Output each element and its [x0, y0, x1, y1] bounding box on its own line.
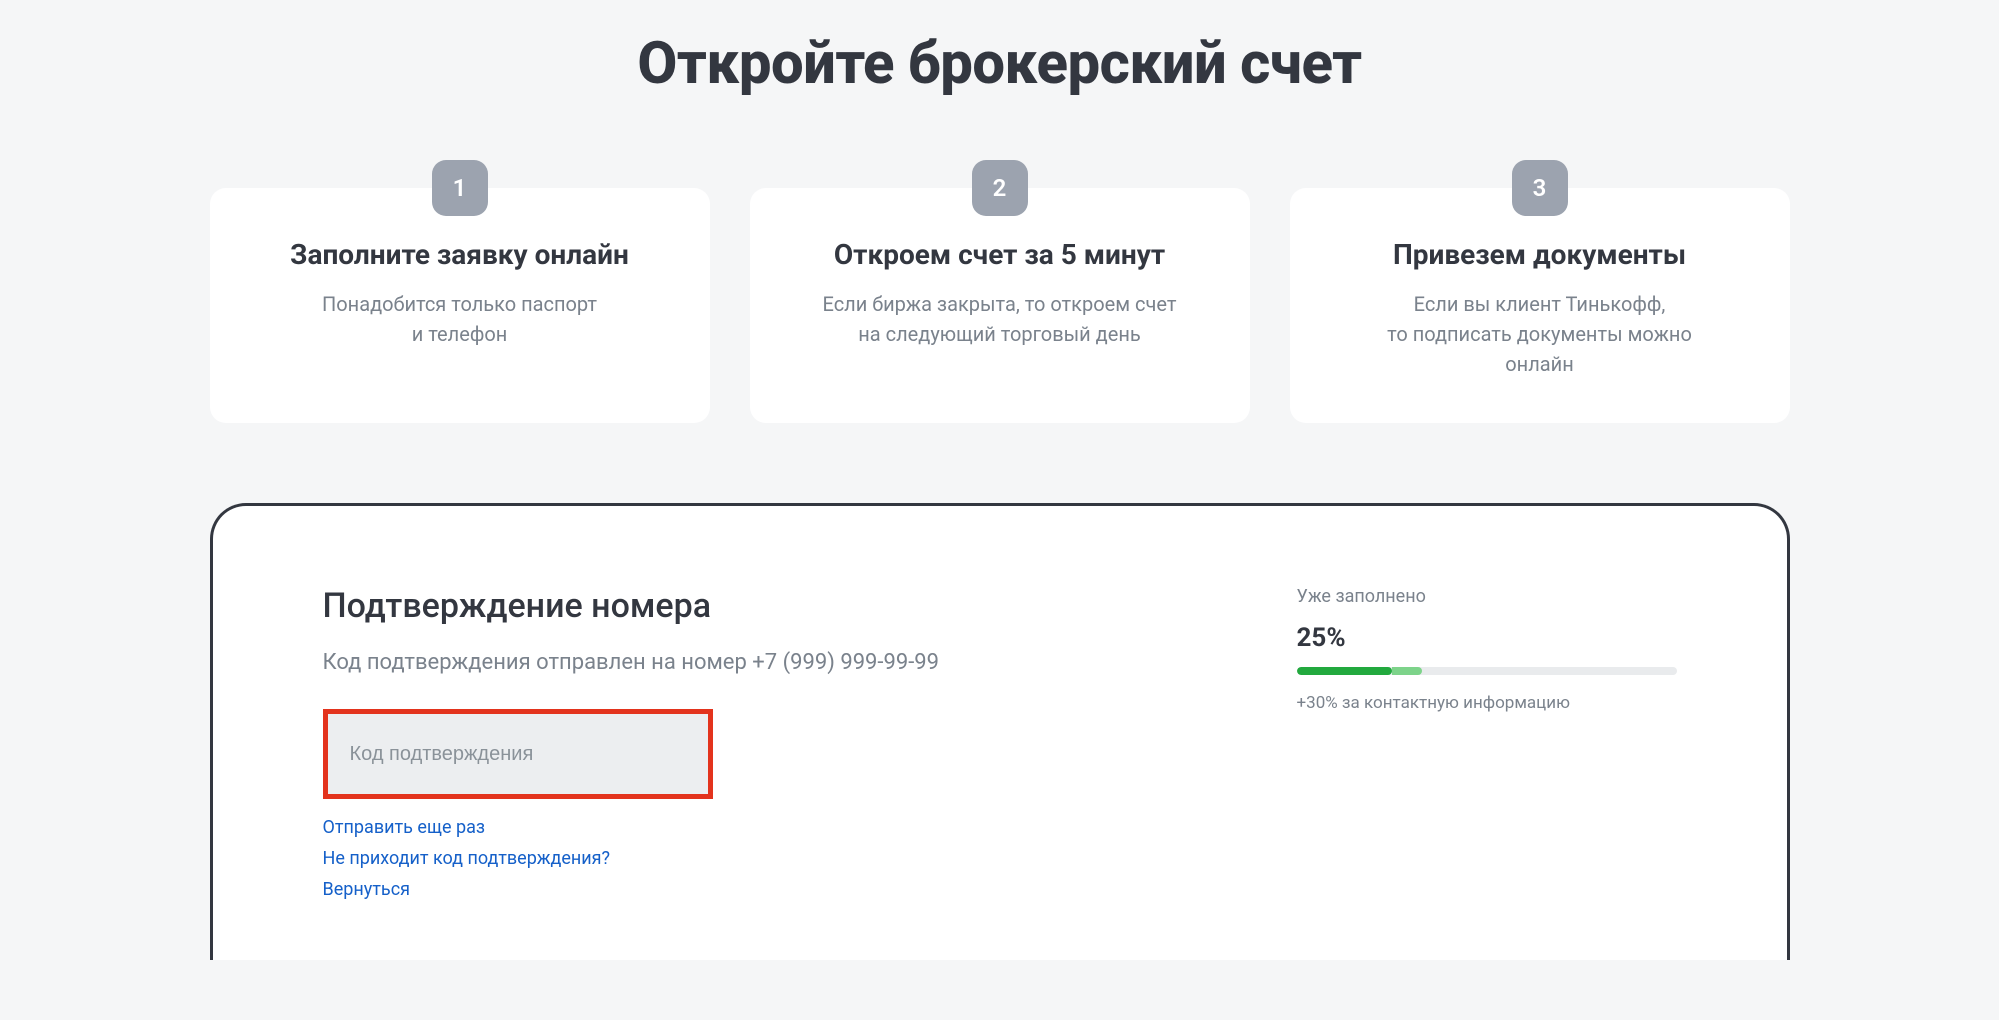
- steps-row: 1 Заполните заявку онлайн Понадобится то…: [0, 188, 1999, 423]
- step-card-2: 2 Откроем счет за 5 минут Если биржа зак…: [750, 188, 1250, 423]
- step-desc: Если вы клиент Тинькофф, то подписать до…: [1318, 289, 1762, 379]
- step-number-badge: 2: [972, 160, 1028, 216]
- step-title: Заполните заявку онлайн: [238, 238, 682, 271]
- progress-bar: [1297, 667, 1677, 675]
- step-desc: Понадобится только паспорт и телефон: [238, 289, 682, 349]
- progress-fill-extra: [1392, 667, 1422, 675]
- step-card-3: 3 Привезем документы Если вы клиент Тинь…: [1290, 188, 1790, 423]
- no-code-help-link[interactable]: Не приходит код подтверждения?: [323, 848, 1103, 869]
- step-card-1: 1 Заполните заявку онлайн Понадобится то…: [210, 188, 710, 423]
- resend-code-link[interactable]: Отправить еще раз: [323, 817, 1103, 838]
- progress-sidebar: Уже заполнено 25% +30% за контактную инф…: [1297, 586, 1677, 900]
- form-subtext: Код подтверждения отправлен на номер +7 …: [323, 650, 1103, 675]
- step-number-badge: 1: [432, 160, 488, 216]
- progress-fill: [1297, 667, 1392, 675]
- code-input-highlight: [323, 709, 713, 799]
- step-title: Откроем счет за 5 минут: [778, 238, 1222, 271]
- page-title: Откройте брокерский счет: [0, 30, 1999, 98]
- verification-panel: Подтверждение номера Код подтверждения о…: [210, 503, 1790, 960]
- progress-percent: 25%: [1297, 623, 1677, 653]
- form-heading: Подтверждение номера: [323, 586, 1103, 626]
- progress-note: +30% за контактную информацию: [1297, 693, 1677, 713]
- action-links: Отправить еще раз Не приходит код подтве…: [323, 817, 1103, 900]
- step-title: Привезем документы: [1318, 238, 1762, 271]
- confirmation-code-input[interactable]: [328, 714, 708, 794]
- go-back-link[interactable]: Вернуться: [323, 879, 1103, 900]
- step-number-badge: 3: [1512, 160, 1568, 216]
- progress-label: Уже заполнено: [1297, 586, 1677, 607]
- step-desc: Если биржа закрыта, то откроем счет на с…: [778, 289, 1222, 349]
